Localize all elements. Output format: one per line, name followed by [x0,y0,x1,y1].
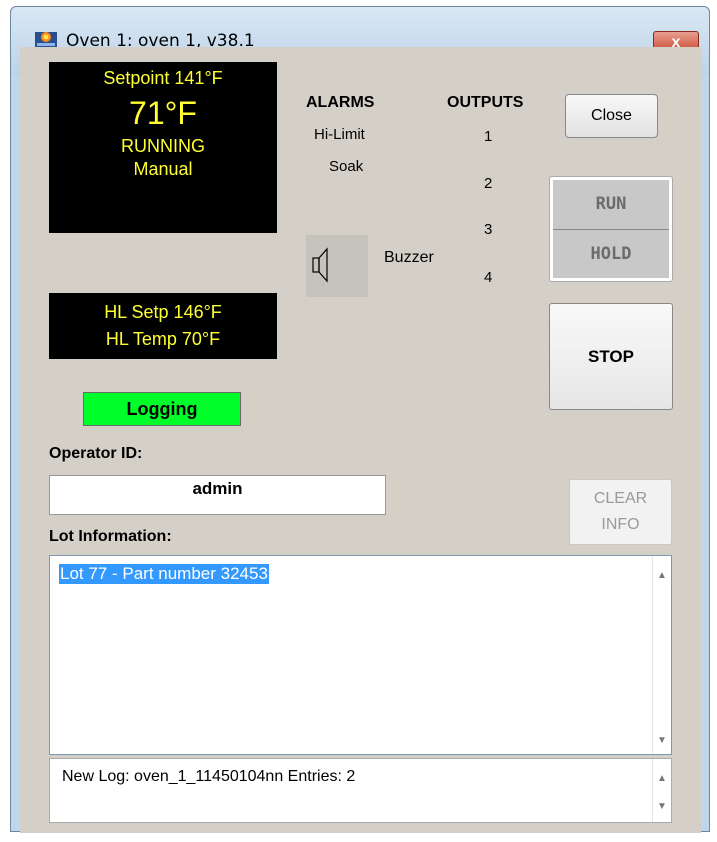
stop-button[interactable]: STOP [549,303,673,410]
buzzer-label: Buzzer [384,249,434,266]
alarms-header: ALARMS [306,94,375,111]
setpoint-readout: Setpoint 141°F [103,68,223,88]
outputs-header: OUTPUTS [447,94,524,111]
close-button[interactable]: Close [565,94,658,138]
temperature-readout: 71°F [129,95,197,131]
output-1: 1 [484,128,493,145]
log-scroll-up-arrow-icon[interactable]: ▲ [657,773,667,784]
clear-info-line2: INFO [601,516,640,533]
lot-information-label: Lot Information: [49,528,172,545]
log-scroll-down-arrow-icon[interactable]: ▼ [657,801,667,812]
alarm-soak: Soak [329,158,364,175]
client-area: Setpoint 141°F 71°F RUNNING Manual HL Se… [20,47,701,833]
clear-info-button[interactable]: CLEAR INFO [569,479,672,545]
operator-id-label: Operator ID: [49,445,143,462]
main-display: Setpoint 141°F 71°F RUNNING Manual [49,62,277,233]
output-2: 2 [484,175,493,192]
run-button[interactable]: RUN [553,180,669,230]
output-4: 4 [484,269,493,286]
oven-app-icon [35,32,57,47]
lot-information-text: Lot 77 - Part number 32453 [59,564,269,584]
scroll-up-arrow-icon[interactable]: ▲ [657,570,667,581]
hold-button[interactable]: HOLD [553,230,669,278]
buzzer-toggle[interactable] [306,235,368,297]
high-limit-display: HL Setp 146°F HL Temp 70°F [49,293,277,359]
run-hold-group: RUN HOLD [549,176,673,282]
oven-window: Oven 1: oven 1, v38.1 x Setpoint 141°F 7… [10,6,710,833]
lot-scrollbar[interactable]: ▲ ▼ [652,556,671,754]
lot-information-textarea[interactable]: Lot 77 - Part number 32453 ▲ ▼ [49,555,672,755]
hl-temp-readout: HL Temp 70°F [105,329,221,349]
hl-setpoint-readout: HL Setp 146°F [104,302,222,322]
log-scrollbar[interactable]: ▲ ▼ [652,759,671,822]
logging-indicator: Logging [83,392,241,426]
operator-id-field[interactable]: admin [49,475,386,515]
clear-info-line1: CLEAR [593,490,648,507]
status-readout: RUNNING [121,136,205,156]
alarm-hi-limit: Hi-Limit [314,126,365,143]
log-status-text: New Log: oven_1_11450104nn Entries: 2 [62,768,356,785]
speaker-icon [312,247,328,283]
mode-readout: Manual [133,159,193,179]
scroll-down-arrow-icon[interactable]: ▼ [657,735,667,746]
output-3: 3 [484,221,493,238]
log-status-box: New Log: oven_1_11450104nn Entries: 2 ▲ … [49,758,672,823]
